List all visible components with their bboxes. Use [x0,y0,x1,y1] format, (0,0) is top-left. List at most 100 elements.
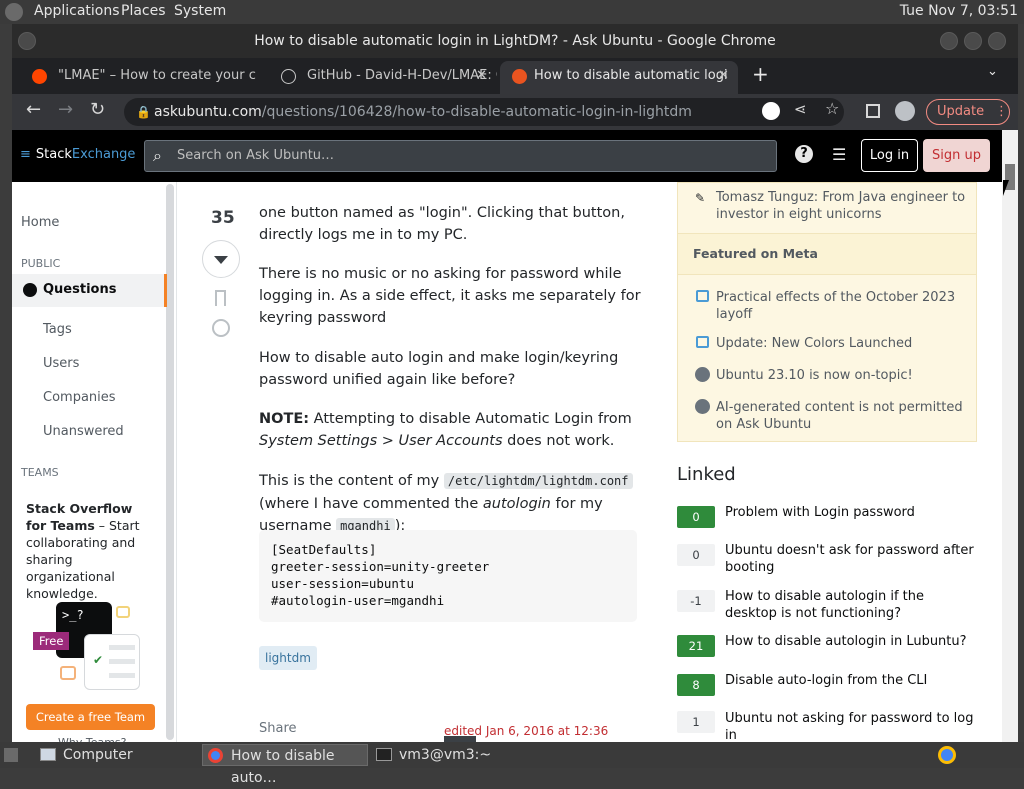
search-icon: ⌕ [153,146,162,165]
askubuntu-icon [695,367,710,382]
linked-question-link[interactable]: How to disable autologin in Lubuntu? [725,633,975,650]
check-icon: ✔ [93,653,104,667]
share-link[interactable]: Share [259,721,297,736]
minimize-icon[interactable] [940,32,958,50]
mouse-cursor-icon [1003,180,1009,196]
linked-question-link[interactable]: How to disable autologin if the desktop … [725,588,975,622]
share-icon[interactable]: ⋖ [794,100,807,118]
reddit-icon [32,69,47,84]
linked-question-link[interactable]: Problem with Login password [725,504,975,521]
speech-bubble-icon [60,666,76,680]
question-paragraph: There is no music or no asking for passw… [259,266,641,326]
maximize-icon[interactable] [964,32,982,50]
show-desktop-icon[interactable] [4,748,18,762]
tab-search-icon[interactable]: ⌄ [987,64,998,79]
search-placeholder: Search on Ask Ubuntu… [177,148,335,163]
nav-users[interactable]: Users [43,356,79,371]
task-computer[interactable]: Computer [36,744,196,766]
downvote-icon [214,256,228,264]
site-switcher-icon[interactable]: ☰ [832,145,846,164]
stackexchange-logo[interactable]: ≡ StackExchange [20,147,135,162]
speech-bubble-icon [696,336,709,348]
sidebar-scrollbar[interactable] [166,184,174,740]
meta-item[interactable]: Update: New Colors Launched [716,335,966,352]
nav-tags[interactable]: Tags [43,322,72,337]
help-icon[interactable]: ? [795,145,813,163]
nav-questions[interactable]: Questions [12,274,167,307]
question-paragraph: How to disable auto login and make login… [259,350,619,388]
meta-item[interactable]: Practical effects of the October 2023 la… [716,289,966,323]
tag-lightdm[interactable]: lightdm [259,646,317,670]
teams-promo-text: Stack Overflow for Teams – Start collabo… [26,500,156,602]
login-button[interactable]: Log in [861,139,918,172]
linked-question-link[interactable]: Disable auto-login from the CLI [725,672,975,689]
linked-question-link[interactable]: Ubuntu doesn't ask for password after bo… [725,542,975,576]
tab-close-icon[interactable]: ✕ [718,61,729,91]
tab-github[interactable]: GitHub - David-H-Dev/LMAE: C ✕ [261,61,497,94]
line-shape [109,645,135,650]
linked-score: -1 [677,590,715,612]
question-paragraph: This is the content of my /etc/lightdm/l… [259,470,644,538]
close-icon[interactable] [988,32,1006,50]
menu-kebab-icon: ⋮ [995,104,1008,119]
nav-home[interactable]: Home [21,215,59,230]
meta-item[interactable]: Ubuntu 23.10 is now on-topic! [716,367,966,384]
window-menu-icon[interactable] [18,32,36,50]
left-sidebar: Home PUBLIC Questions Tags Users Compani… [12,182,177,742]
pencil-icon: ✎ [695,191,706,205]
create-team-button[interactable]: Create a free Team [26,704,155,730]
stackexchange-header: ≡ StackExchange ⌕ Search on Ask Ubuntu… ?… [12,130,1002,182]
nav-companies[interactable]: Companies [43,390,116,405]
tab-label: GitHub - David-H-Dev/LMAE: C [307,68,497,83]
nav-unanswered[interactable]: Unanswered [43,424,124,439]
history-icon[interactable] [212,319,230,337]
askubuntu-icon [695,399,710,414]
forward-icon[interactable]: → [58,99,73,120]
tab-askubuntu[interactable]: How to disable automatic logi ✕ [500,61,738,94]
update-button[interactable]: Update ⋮ [926,99,1010,125]
reload-icon[interactable]: ↻ [90,99,105,120]
tab-close-icon[interactable]: ✕ [476,61,487,91]
site-search-input[interactable]: ⌕ Search on Ask Ubuntu… [144,140,777,172]
note-label: NOTE: [259,411,310,427]
page-scrollbar[interactable] [1002,130,1018,742]
downvote-button[interactable] [202,240,240,278]
question-paragraph: one button named as "login". Clicking th… [259,205,625,243]
blog-item[interactable]: Tomasz Tunguz: From Java engineer to inv… [716,189,966,223]
logo-stack: Stack [35,147,72,162]
bookmark-icon[interactable] [215,290,226,306]
system-menu[interactable]: System [174,3,226,19]
side-panel-icon[interactable] [866,104,880,118]
task-terminal[interactable]: vm3@vm3:~ [374,744,534,766]
linked-question-link[interactable]: Ubuntu not asking for password to log in [725,710,975,742]
back-icon[interactable]: ← [26,99,41,120]
note-path: System Settings > User Accounts [259,433,503,449]
toolbar: ← → ↻ 🔒 askubuntu.com/questions/106428/h… [12,94,1018,130]
title-bar[interactable]: How to disable automatic login in LightD… [12,24,1018,58]
applications-menu[interactable]: Applications [34,3,120,19]
places-menu[interactable]: Places [121,3,166,19]
line-shape [109,659,135,664]
chrome-icon [208,748,223,763]
bookmark-star-icon[interactable]: ☆ [825,99,839,118]
line-shape [109,673,135,678]
profile-avatar-icon[interactable] [895,101,915,121]
clock[interactable]: Tue Nov 7, 03:51 [900,3,1018,19]
globe-icon [23,283,37,297]
chrome-tray-icon[interactable] [938,746,956,764]
address-bar[interactable]: 🔒 askubuntu.com/questions/106428/how-to-… [124,98,844,126]
tab-reddit[interactable]: "LMAE" – How to create your c [12,61,259,94]
ubuntu-menu-icon[interactable] [5,3,23,21]
meta-item[interactable]: AI-generated content is not permitted on… [716,399,966,433]
note-text: does not work. [502,433,615,449]
lock-icon: 🔒 [136,105,151,119]
linked-score: 0 [677,506,715,528]
task-chrome[interactable]: How to disable auto… [202,744,368,786]
free-badge: Free [33,632,70,650]
text: (where I have commented the [259,495,483,512]
italic-text: autologin [482,495,551,512]
update-label: Update [937,104,985,119]
google-icon[interactable] [762,102,780,120]
new-tab-icon[interactable]: + [752,62,769,86]
signup-button[interactable]: Sign up [923,139,990,172]
